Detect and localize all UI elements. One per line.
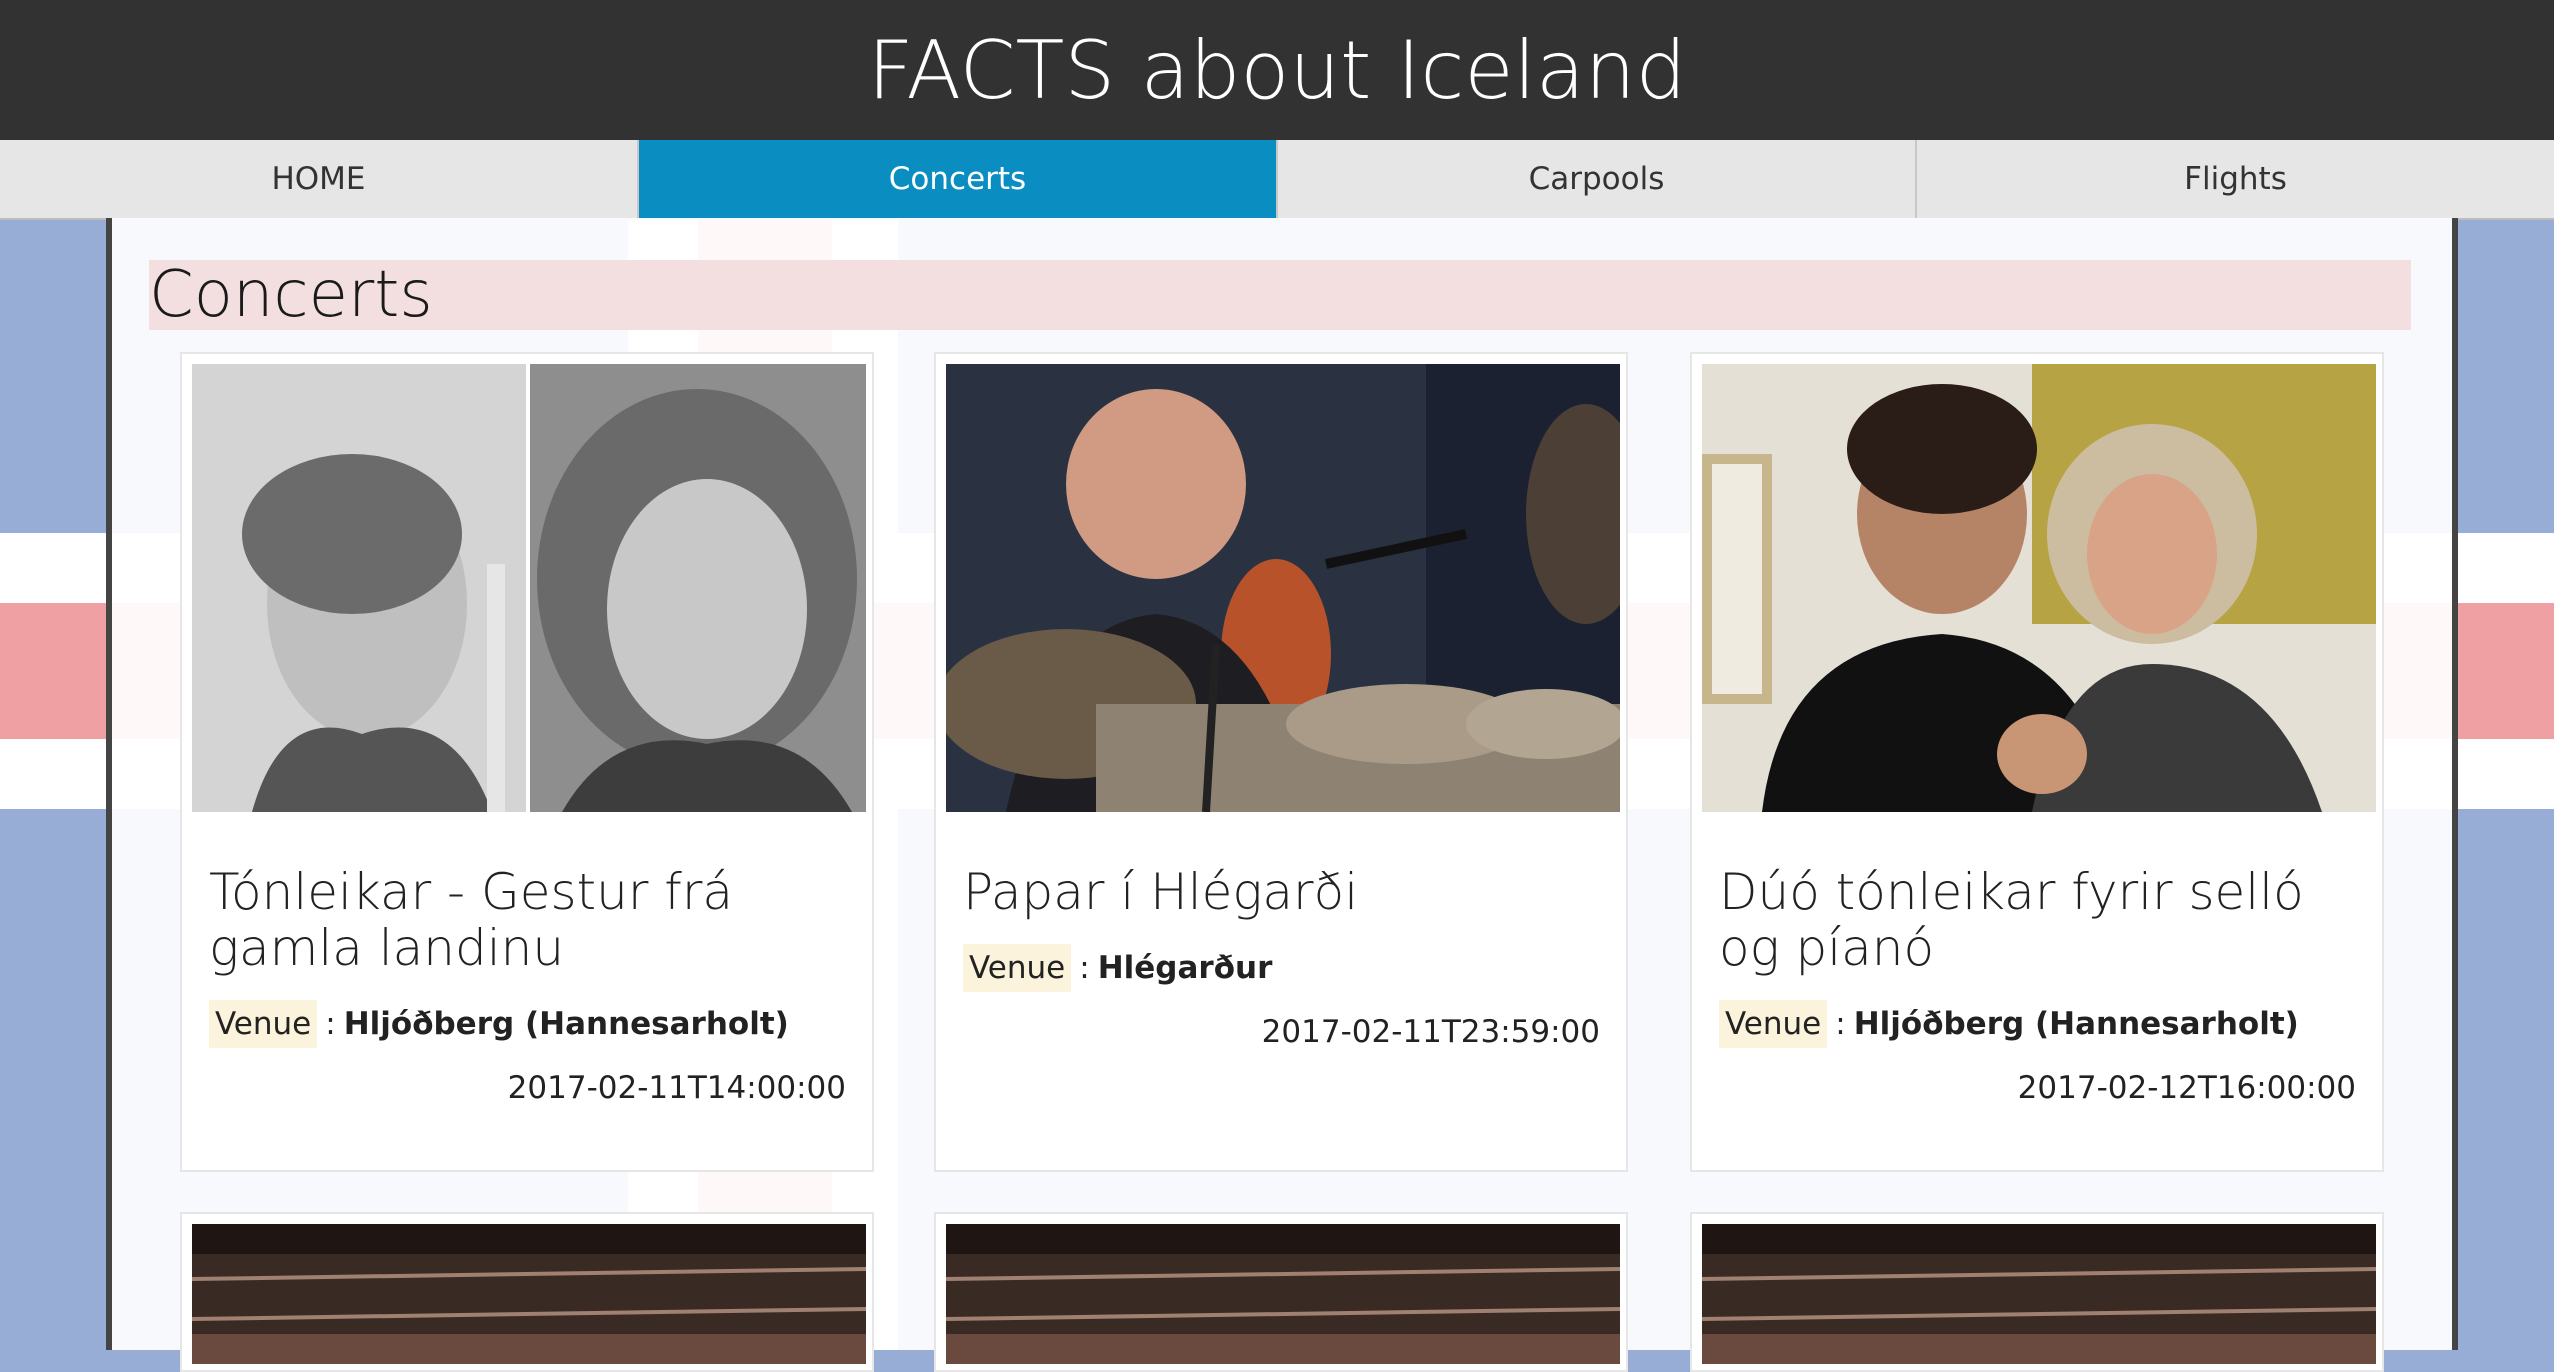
concert-photo[interactable] [192, 1224, 866, 1364]
concert-date: 2017-02-12T16:00:00 [2017, 1070, 2356, 1106]
concert-title[interactable]: Papar í Hlégarði [963, 864, 1603, 920]
site-header: FACTS about Iceland [0, 0, 2554, 140]
venue-name: Hljóðberg (Hannesarholt) [343, 1006, 789, 1042]
concert-photo-image [946, 364, 1620, 812]
concert-date: 2017-02-11T23:59:00 [1261, 1014, 1600, 1050]
venue-row: Venue : Hljóðberg (Hannesarholt) [1719, 1000, 2299, 1048]
venue-separator: : [1835, 1006, 1846, 1042]
concert-photo[interactable] [946, 364, 1620, 812]
concert-photo[interactable] [192, 364, 866, 812]
concert-card[interactable] [934, 1212, 1628, 1372]
concert-photo-image [192, 364, 866, 812]
concert-card[interactable] [1690, 1212, 2384, 1372]
tab-flights[interactable]: Flights [1917, 140, 2554, 218]
venue-row: Venue : Hljóðberg (Hannesarholt) [209, 1000, 789, 1048]
concert-photo-image [1702, 364, 2376, 812]
concert-hall-image [946, 1224, 1620, 1364]
concert-card[interactable] [180, 1212, 874, 1372]
venue-label: Venue [1719, 1000, 1828, 1048]
concert-card[interactable]: Papar í Hlégarði Venue : Hlégarður 2017-… [934, 352, 1628, 1172]
venue-separator: : [325, 1006, 336, 1042]
site-title: FACTS about Iceland [867, 23, 1687, 117]
concert-photo[interactable] [1702, 1224, 2376, 1364]
concert-hall-image [192, 1224, 866, 1364]
tab-carpools[interactable]: Carpools [1278, 140, 1917, 218]
venue-label: Venue [963, 944, 1072, 992]
concert-card[interactable]: Dúó tónleikar fyrir selló og píanó Venue… [1690, 352, 2384, 1172]
venue-name: Hlégarður [1097, 950, 1273, 986]
concert-photo[interactable] [1702, 364, 2376, 812]
venue-row: Venue : Hlégarður [963, 944, 1272, 992]
concert-title[interactable]: Tónleikar - Gestur frá gamla landinu [209, 864, 849, 976]
concert-date: 2017-02-11T14:00:00 [507, 1070, 846, 1106]
concert-title[interactable]: Dúó tónleikar fyrir selló og píanó [1719, 864, 2359, 976]
concert-photo[interactable] [946, 1224, 1620, 1364]
page-title: Concerts [149, 260, 2411, 330]
tab-home[interactable]: HOME [0, 140, 639, 218]
venue-separator: : [1079, 950, 1090, 986]
main-content: Concerts Tónleikar - Gestur frá gamla la… [106, 218, 2458, 1372]
concert-hall-image [1702, 1224, 2376, 1364]
concert-card[interactable]: Tónleikar - Gestur frá gamla landinu Ven… [180, 352, 874, 1172]
venue-label: Venue [209, 1000, 318, 1048]
main-nav: HOME Concerts Carpools Flights [0, 140, 2554, 220]
venue-name: Hljóðberg (Hannesarholt) [1853, 1006, 2299, 1042]
tab-concerts[interactable]: Concerts [639, 140, 1278, 218]
